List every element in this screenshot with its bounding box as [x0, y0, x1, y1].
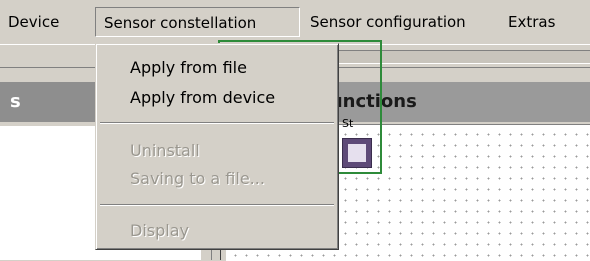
menu-sensor-configuration[interactable]: Sensor configuration — [302, 7, 474, 37]
menu-item-apply-from-device[interactable]: Apply from device — [130, 85, 275, 111]
left-panel-header-label: s — [10, 91, 21, 112]
menu-extras[interactable]: Extras — [500, 7, 563, 37]
function-block-tile-face — [348, 144, 366, 162]
menu-sensor-constellation[interactable]: Sensor constellation — [95, 7, 300, 37]
menu-item-saving-to-file[interactable]: Saving to a file... — [130, 166, 265, 192]
function-block-tile[interactable] — [342, 138, 372, 168]
menu-item-uninstall[interactable]: Uninstall — [130, 138, 200, 164]
menu-item-apply-from-file[interactable]: Apply from file — [130, 55, 247, 81]
sensor-constellation-dropdown: Apply from file Apply from device Uninst… — [95, 43, 339, 250]
menu-separator — [100, 204, 334, 206]
block-label: St — [342, 117, 354, 130]
menu-device[interactable]: Device — [0, 7, 67, 37]
menu-bar: Device Sensor constellation Sensor confi… — [0, 0, 590, 44]
menu-separator — [100, 122, 334, 124]
menu-item-display[interactable]: Display — [130, 218, 189, 244]
